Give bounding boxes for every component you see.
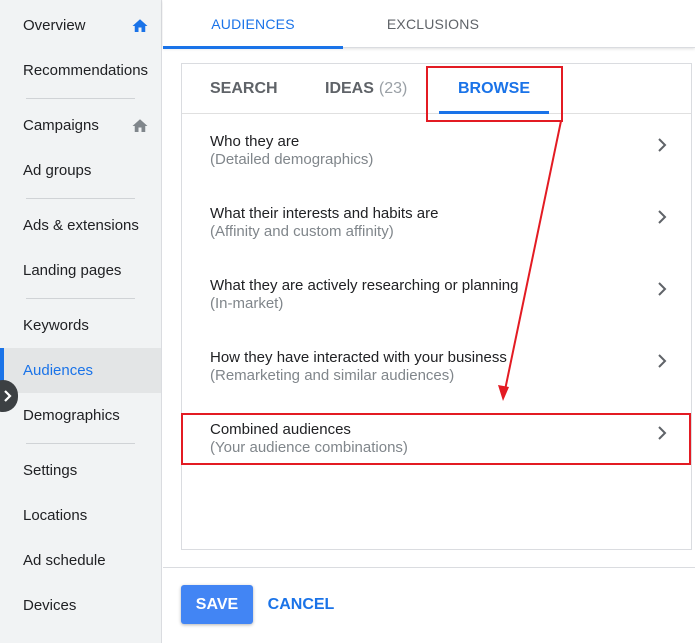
sidebar-item-settings[interactable]: Settings (0, 448, 161, 493)
row-subtitle: (Your audience combinations) (210, 439, 408, 456)
footer-divider (163, 567, 695, 568)
chevron-right-icon (658, 138, 667, 152)
sidebar-item-label: Settings (23, 462, 78, 479)
sidebar-item-locations[interactable]: Locations (0, 493, 161, 538)
sidebar-item-label: Audiences (23, 362, 94, 379)
sidebar-item-label: Campaigns (23, 117, 99, 134)
home-icon (132, 119, 148, 132)
tab-ideas[interactable]: IDEAS (23) (325, 64, 407, 114)
row-title: What their interests and habits are (210, 205, 439, 222)
tab-exclusions[interactable]: EXCLUSIONS (343, 0, 523, 48)
chevron-right-icon (658, 426, 667, 440)
sidebar-item-label: Landing pages (23, 262, 122, 279)
sidebar-item-campaigns[interactable]: Campaigns (0, 103, 161, 148)
chevron-right-icon (658, 210, 667, 224)
sidebar-item-devices[interactable]: Devices (0, 583, 161, 628)
row-subtitle: (In-market) (210, 295, 284, 312)
row-subtitle: (Detailed demographics) (210, 151, 374, 168)
audience-subtabs: SEARCH IDEAS (23) BROWSE (182, 64, 691, 114)
sidebar-item-ads-extensions[interactable]: Ads & extensions (0, 203, 161, 248)
row-title: Combined audiences (210, 421, 351, 438)
row-subtitle: (Affinity and custom affinity) (210, 223, 394, 240)
browse-row-who-they-are[interactable]: Who they are (Detailed demographics) (182, 123, 691, 195)
audience-browser-panel: SEARCH IDEAS (23) BROWSE Who they are (D… (181, 63, 692, 550)
browse-row-interests-habits[interactable]: What their interests and habits are (Aff… (182, 195, 691, 267)
left-sidebar: Overview Recommendations Campaigns Ad gr… (0, 0, 162, 643)
chevron-right-icon (658, 282, 667, 296)
chevron-right-icon (658, 354, 667, 368)
sidebar-item-ad-groups[interactable]: Ad groups (0, 148, 161, 193)
sidebar-divider (26, 198, 135, 199)
sidebar-item-label: Locations (23, 507, 88, 524)
tab-browse[interactable]: BROWSE (439, 64, 549, 114)
sidebar-item-landing-pages[interactable]: Landing pages (0, 248, 161, 293)
sidebar-divider (26, 98, 135, 99)
sidebar-item-demographics[interactable]: Demographics (0, 393, 161, 438)
sidebar-item-label: Overview (23, 17, 86, 34)
sidebar-item-label: Keywords (23, 317, 89, 334)
tab-ideas-label: IDEAS (325, 80, 374, 97)
browse-row-remarketing[interactable]: How they have interacted with your busin… (182, 339, 691, 411)
tab-search-label: SEARCH (210, 80, 278, 97)
sidebar-item-overview[interactable]: Overview (0, 3, 161, 48)
sidebar-item-recommendations[interactable]: Recommendations (0, 48, 161, 93)
sidebar-item-keywords[interactable]: Keywords (0, 303, 161, 348)
tab-search[interactable]: SEARCH (210, 64, 278, 114)
browse-row-combined-audiences[interactable]: Combined audiences (Your audience combin… (182, 411, 691, 483)
tab-browse-label: BROWSE (458, 80, 530, 97)
sidebar-item-label: Recommendations (23, 62, 149, 79)
sidebar-item-label: Devices (23, 597, 77, 614)
ideas-count: (23) (378, 80, 408, 97)
chevron-right-icon (4, 390, 12, 402)
row-subtitle: (Remarketing and similar audiences) (210, 367, 455, 384)
sidebar-divider (26, 298, 135, 299)
sidebar-divider (26, 443, 135, 444)
audience-tabs: AUDIENCES EXCLUSIONS (163, 0, 695, 49)
sidebar-item-label: Ad groups (23, 162, 92, 179)
tab-audiences[interactable]: AUDIENCES (163, 0, 343, 49)
row-title: What they are actively researching or pl… (210, 277, 519, 294)
save-button[interactable]: SAVE (181, 585, 253, 624)
browse-row-in-market[interactable]: What they are actively researching or pl… (182, 267, 691, 339)
cancel-button[interactable]: CANCEL (262, 585, 340, 624)
sidebar-item-label: Demographics (23, 407, 120, 424)
sidebar-item-label: Ads & extensions (23, 217, 139, 234)
row-title: How they have interacted with your busin… (210, 349, 507, 366)
sidebar-item-audiences[interactable]: Audiences (0, 348, 161, 393)
sidebar-item-label: Ad schedule (23, 552, 106, 569)
home-icon (132, 19, 148, 32)
row-title: Who they are (210, 133, 300, 150)
sidebar-item-ad-schedule[interactable]: Ad schedule (0, 538, 161, 583)
